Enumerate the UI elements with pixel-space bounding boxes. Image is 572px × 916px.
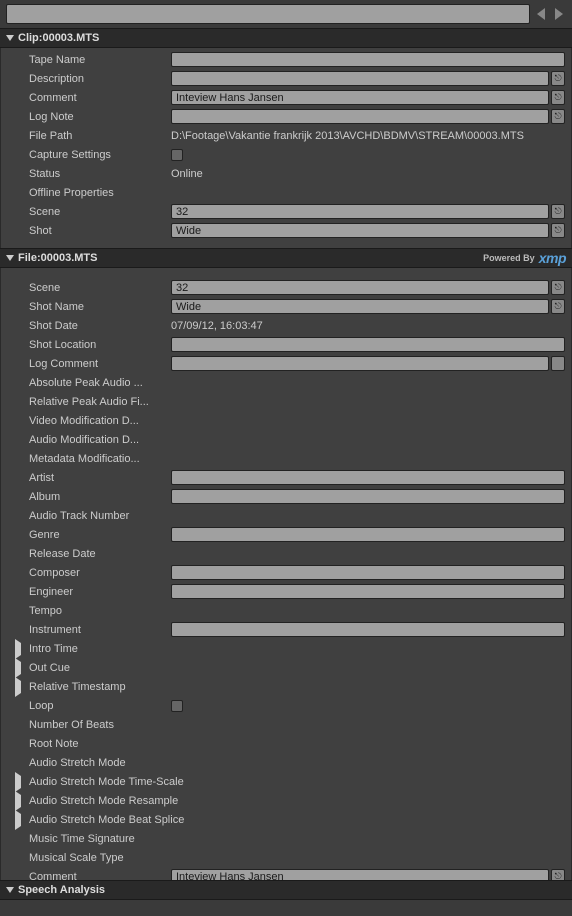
- label-video-mod: Video Modification D...: [29, 415, 167, 427]
- label-release-date: Release Date: [29, 548, 167, 560]
- label-album: Album: [29, 491, 167, 503]
- input-instrument[interactable]: [171, 622, 565, 637]
- input-log-note[interactable]: [171, 109, 549, 124]
- section-header-file[interactable]: File: 00003.MTS Powered By xmp: [0, 248, 572, 268]
- label-abs-peak: Absolute Peak Audio ...: [29, 377, 167, 389]
- link-button[interactable]: ⎋: [551, 109, 565, 124]
- label-shot-location: Shot Location: [29, 339, 167, 351]
- label-genre: Genre: [29, 529, 167, 541]
- checkbox-loop[interactable]: [171, 700, 183, 712]
- label-stretch-mode: Audio Stretch Mode: [29, 757, 167, 769]
- input-artist[interactable]: [171, 470, 565, 485]
- label-shot: Shot: [29, 225, 167, 237]
- label-composer: Composer: [29, 567, 167, 579]
- label-instrument: Instrument: [29, 624, 167, 636]
- label-artist: Artist: [29, 472, 167, 484]
- input-genre[interactable]: [171, 527, 565, 542]
- disclosure-down-icon: [6, 255, 14, 261]
- input-description[interactable]: [171, 71, 549, 86]
- label-rel-peak: Relative Peak Audio Fi...: [29, 396, 167, 408]
- disclosure-down-icon: [6, 887, 14, 893]
- label-log-comment: Log Comment: [29, 358, 167, 370]
- search-input[interactable]: [6, 4, 530, 24]
- link-button[interactable]: ⎋: [551, 223, 565, 238]
- xmp-logo-icon: xmp: [539, 250, 566, 266]
- label-tempo: Tempo: [29, 605, 167, 617]
- label-num-beats: Number Of Beats: [29, 719, 167, 731]
- link-button[interactable]: ⎋: [551, 204, 565, 219]
- disclosure-right-icon[interactable]: [15, 681, 21, 693]
- disclosure-right-icon[interactable]: [15, 814, 21, 826]
- label-engineer: Engineer: [29, 586, 167, 598]
- label-offline-properties: Offline Properties: [29, 187, 167, 199]
- clip-panel: Tape Name Description ⎋ Comment ⎋ Log No…: [0, 48, 572, 248]
- label-scene: Scene: [29, 282, 167, 294]
- label-audio-mod: Audio Modification D...: [29, 434, 167, 446]
- section-header-clip[interactable]: Clip: 00003.MTS: [0, 28, 572, 48]
- input-shot-name[interactable]: [171, 299, 549, 314]
- label-scale-type: Musical Scale Type: [29, 852, 167, 864]
- input-log-comment[interactable]: [171, 356, 549, 371]
- label-log-note: Log Note: [29, 111, 167, 123]
- value-file-path: D:\Footage\Vakantie frankrijk 2013\AVCHD…: [171, 130, 565, 142]
- label-tape-name: Tape Name: [29, 54, 167, 66]
- link-button[interactable]: [551, 356, 565, 371]
- label-file-path: File Path: [29, 130, 167, 142]
- label-rel-timestamp: Relative Timestamp: [29, 681, 167, 693]
- label-file-comment: Comment: [29, 871, 167, 881]
- section-filename: 00003.MTS: [42, 32, 99, 44]
- link-button[interactable]: ⎋: [551, 299, 565, 314]
- input-shot-location[interactable]: [171, 337, 565, 352]
- input-file-comment[interactable]: [171, 869, 549, 880]
- label-track-num: Audio Track Number: [29, 510, 167, 522]
- link-button[interactable]: ⎋: [551, 90, 565, 105]
- input-tape-name[interactable]: [171, 52, 565, 67]
- value-shot-date: 07/09/12, 16:03:47: [171, 320, 565, 332]
- label-meta-mod: Metadata Modificatio...: [29, 453, 167, 465]
- input-shot[interactable]: [171, 223, 549, 238]
- label-loop: Loop: [29, 700, 167, 712]
- xmp-badge: Powered By xmp: [483, 250, 566, 266]
- section-title: Speech Analysis: [18, 884, 105, 896]
- label-shot-date: Shot Date: [29, 320, 167, 332]
- link-button[interactable]: ⎋: [551, 869, 565, 880]
- label-stretch-time: Audio Stretch Mode Time-Scale: [29, 776, 184, 788]
- label-out-cue: Out Cue: [29, 662, 167, 674]
- section-header-speech[interactable]: Speech Analysis: [0, 880, 572, 900]
- disclosure-down-icon: [6, 35, 14, 41]
- label-capture-settings: Capture Settings: [29, 149, 167, 161]
- label-scene: Scene: [29, 206, 167, 218]
- input-file-scene[interactable]: [171, 280, 549, 295]
- disclosure-right-icon[interactable]: [15, 795, 21, 807]
- label-root-note: Root Note: [29, 738, 167, 750]
- input-engineer[interactable]: [171, 584, 565, 599]
- value-status: Online: [171, 168, 565, 180]
- label-intro-time: Intro Time: [29, 643, 167, 655]
- link-button[interactable]: ⎋: [551, 280, 565, 295]
- input-composer[interactable]: [171, 565, 565, 580]
- label-comment: Comment: [29, 92, 167, 104]
- nav-next-button[interactable]: [552, 6, 566, 22]
- disclosure-right-icon[interactable]: [15, 643, 21, 655]
- label-status: Status: [29, 168, 167, 180]
- label-shot-name: Shot Name: [29, 301, 167, 313]
- file-panel: Scene ⎋ Shot Name ⎋ Shot Date 07/09/12, …: [0, 268, 572, 880]
- label-stretch-resample: Audio Stretch Mode Resample: [29, 795, 178, 807]
- nav-prev-button[interactable]: [534, 6, 548, 22]
- label-stretch-beat: Audio Stretch Mode Beat Splice: [29, 814, 184, 826]
- label-description: Description: [29, 73, 167, 85]
- disclosure-right-icon[interactable]: [15, 662, 21, 674]
- section-prefix: File:: [18, 252, 41, 264]
- input-comment[interactable]: [171, 90, 549, 105]
- link-button[interactable]: ⎋: [551, 71, 565, 86]
- input-scene[interactable]: [171, 204, 549, 219]
- disclosure-right-icon[interactable]: [15, 776, 21, 788]
- section-prefix: Clip:: [18, 32, 42, 44]
- label-time-sig: Music Time Signature: [29, 833, 167, 845]
- section-filename: 00003.MTS: [41, 252, 98, 264]
- input-album[interactable]: [171, 489, 565, 504]
- checkbox-capture-settings[interactable]: [171, 149, 183, 161]
